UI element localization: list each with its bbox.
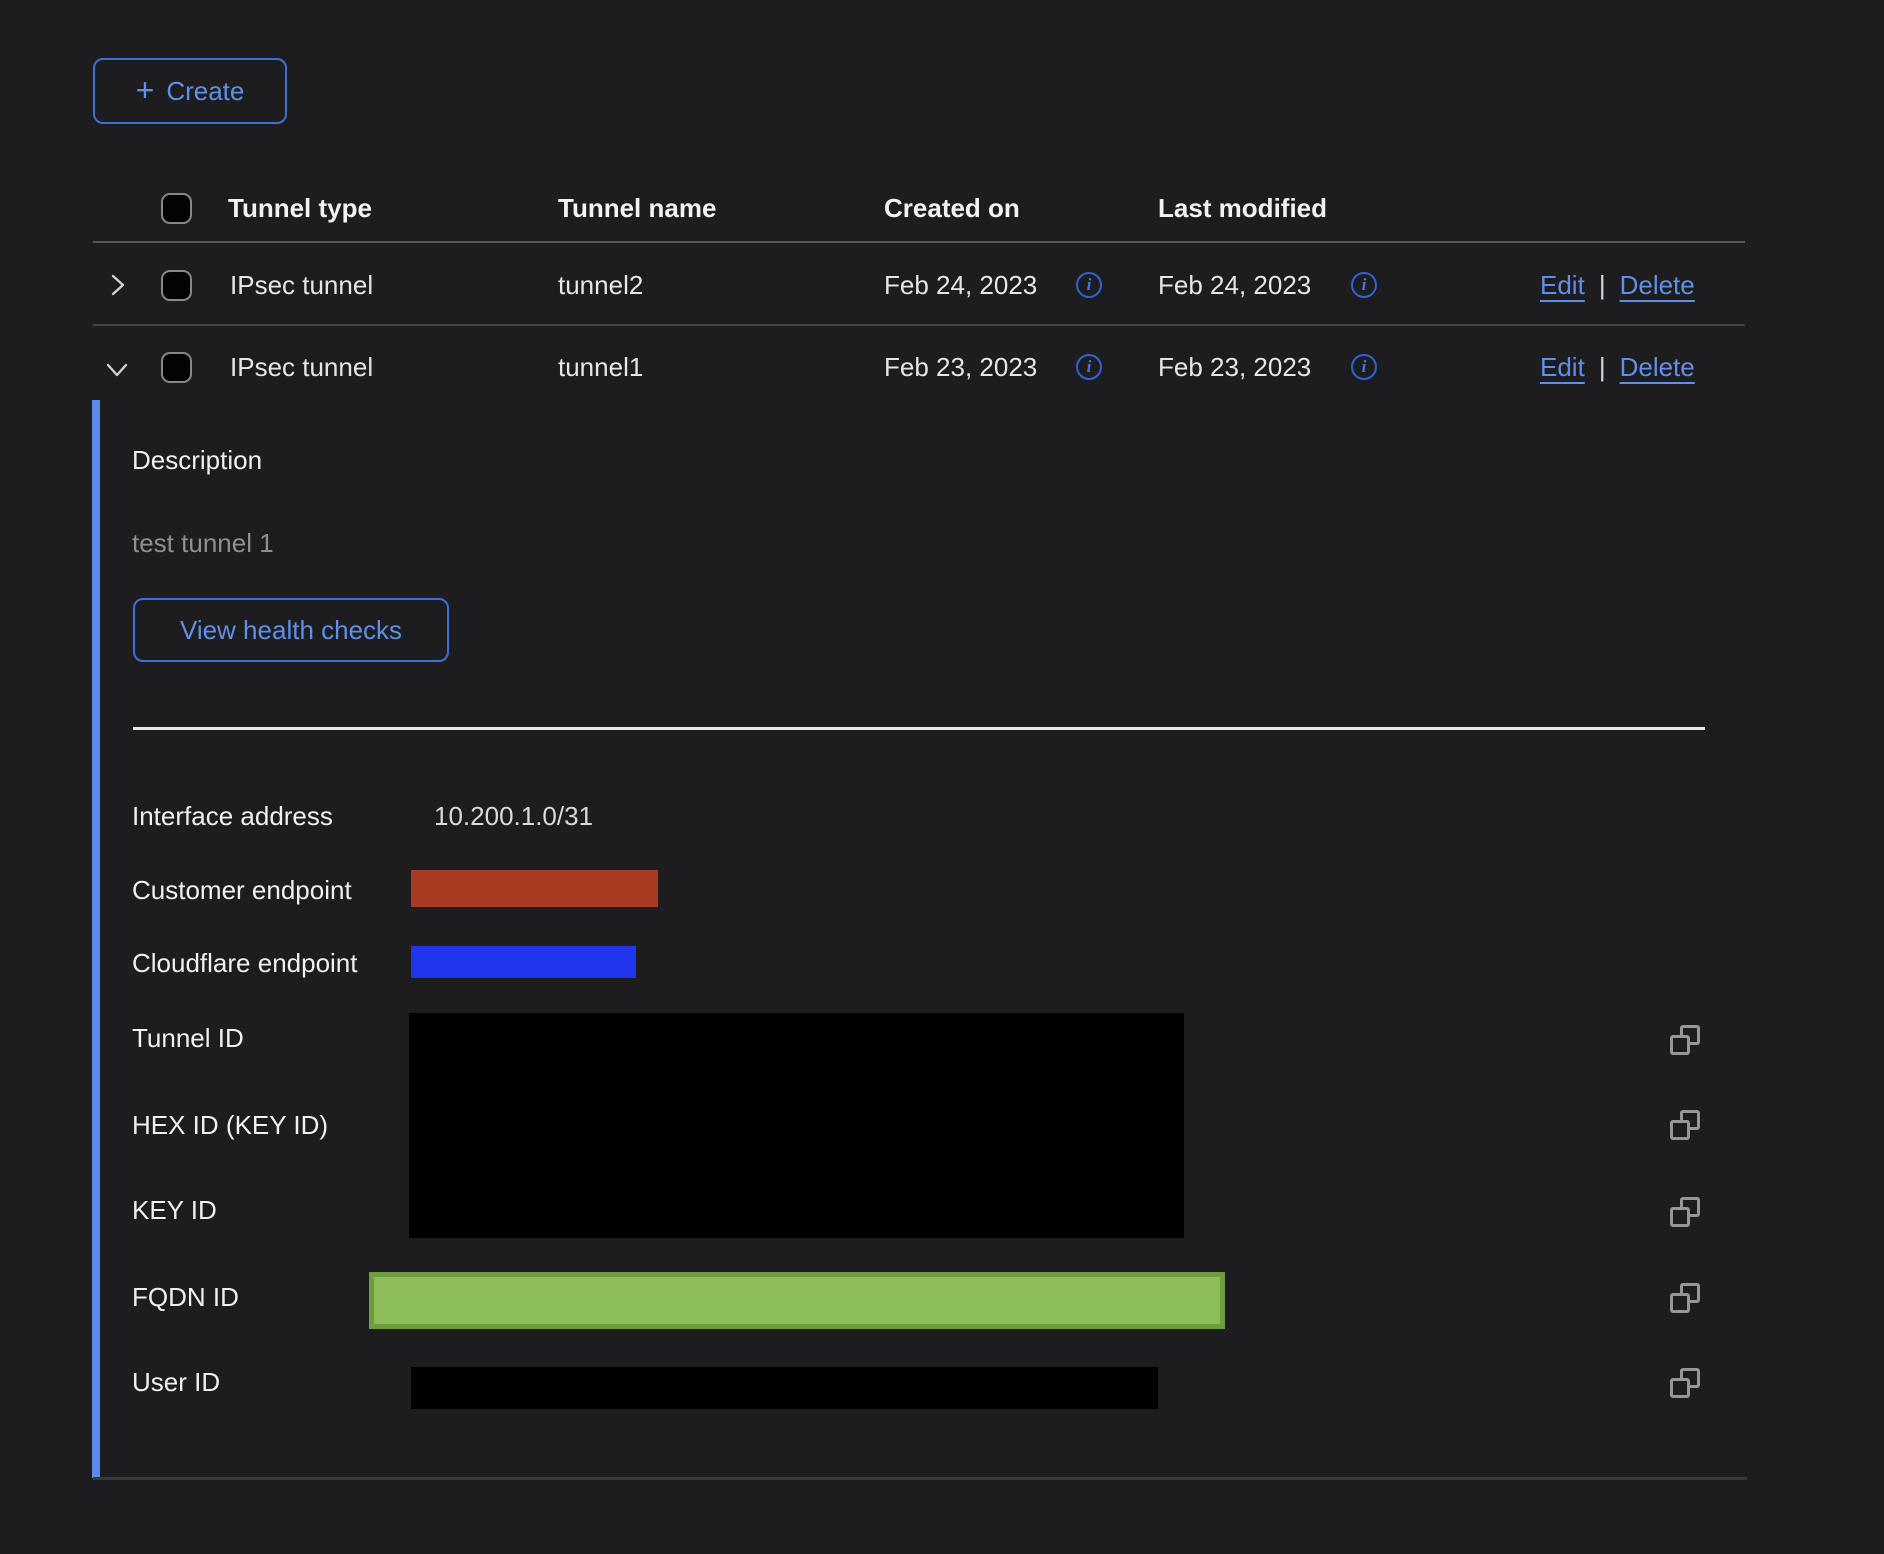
copy-icon-front-square (1670, 1207, 1690, 1227)
copy-icon-front-square (1670, 1035, 1690, 1055)
customer-endpoint-redacted-value (411, 870, 658, 907)
edit-link[interactable]: Edit (1540, 351, 1585, 383)
info-icon[interactable]: i (1351, 272, 1377, 298)
copy-icon[interactable] (1670, 1110, 1700, 1140)
expanded-row-accent-bar (92, 400, 100, 1478)
copy-icon[interactable] (1670, 1025, 1700, 1055)
tunnel-id-label: Tunnel ID (132, 1022, 244, 1054)
section-divider (133, 727, 1705, 730)
created-on-cell: Feb 24, 2023 (884, 269, 1037, 301)
fqdn-id-redacted-value (369, 1272, 1225, 1329)
tunnels-page: + Create Tunnel type Tunnel name Created… (0, 0, 1884, 1554)
last-modified-cell: Feb 24, 2023 (1158, 269, 1311, 301)
key-id-label: KEY ID (132, 1194, 217, 1226)
column-header-tunnel-type: Tunnel type (228, 192, 372, 224)
interface-address-label: Interface address (132, 800, 333, 832)
row-actions: Edit | Delete (1540, 351, 1720, 383)
expanded-panel-bottom-divider (93, 1477, 1747, 1480)
plus-icon: + (136, 74, 155, 106)
tunnel-name-cell: tunnel1 (558, 351, 643, 383)
delete-link[interactable]: Delete (1620, 269, 1695, 301)
description-label: Description (132, 444, 262, 476)
view-health-checks-button[interactable]: View health checks (133, 598, 449, 662)
description-value: test tunnel 1 (132, 527, 274, 559)
copy-icon[interactable] (1670, 1368, 1700, 1398)
cloudflare-endpoint-label: Cloudflare endpoint (132, 947, 358, 979)
info-icon[interactable]: i (1351, 354, 1377, 380)
row-divider (93, 324, 1745, 326)
info-icon[interactable]: i (1076, 272, 1102, 298)
chevron-right-icon[interactable] (104, 272, 130, 298)
fqdn-id-label: FQDN ID (132, 1281, 239, 1313)
ids-redacted-values (409, 1013, 1184, 1238)
copy-icon-front-square (1670, 1378, 1690, 1398)
copy-icon[interactable] (1670, 1283, 1700, 1313)
create-button-label: Create (166, 76, 244, 107)
hex-id-label: HEX ID (KEY ID) (132, 1109, 328, 1141)
column-header-created-on: Created on (884, 192, 1020, 224)
copy-icon-front-square (1670, 1120, 1690, 1140)
copy-icon-front-square (1670, 1293, 1690, 1313)
last-modified-cell: Feb 23, 2023 (1158, 351, 1311, 383)
row-checkbox[interactable] (161, 352, 192, 383)
customer-endpoint-label: Customer endpoint (132, 874, 352, 906)
row-actions: Edit | Delete (1540, 269, 1720, 301)
user-id-redacted-value (411, 1367, 1158, 1409)
interface-address-value: 10.200.1.0/31 (434, 800, 593, 832)
tunnel-type-cell: IPsec tunnel (230, 269, 373, 301)
column-header-last-modified: Last modified (1158, 192, 1327, 224)
info-icon[interactable]: i (1076, 354, 1102, 380)
edit-link[interactable]: Edit (1540, 269, 1585, 301)
column-header-tunnel-name: Tunnel name (558, 192, 716, 224)
select-all-checkbox[interactable] (161, 193, 192, 224)
tunnel-name-cell: tunnel2 (558, 269, 643, 301)
create-button[interactable]: + Create (93, 58, 287, 124)
chevron-down-icon[interactable] (104, 356, 130, 382)
tunnel-type-cell: IPsec tunnel (230, 351, 373, 383)
action-separator: | (1599, 269, 1606, 301)
action-separator: | (1599, 351, 1606, 383)
copy-icon[interactable] (1670, 1197, 1700, 1227)
cloudflare-endpoint-redacted-value (411, 946, 636, 978)
delete-link[interactable]: Delete (1620, 351, 1695, 383)
row-checkbox[interactable] (161, 270, 192, 301)
created-on-cell: Feb 23, 2023 (884, 351, 1037, 383)
user-id-label: User ID (132, 1366, 220, 1398)
header-divider (93, 241, 1745, 243)
